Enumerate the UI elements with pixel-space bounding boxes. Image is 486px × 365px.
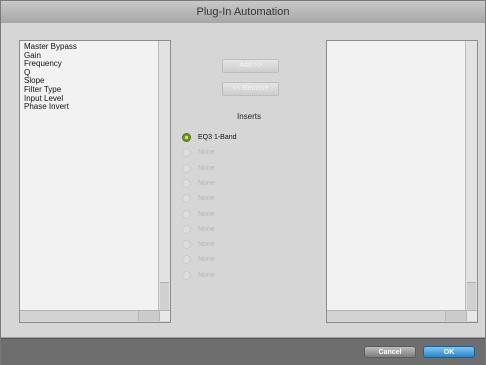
plugin-automation-dialog: Plug-In Automation Master Bypass Gain Fr… [0, 0, 486, 365]
insert-radio-label: None [198, 195, 215, 203]
insert-radio-label: None [198, 241, 215, 249]
radio-unselected-icon[interactable] [182, 209, 191, 219]
parameter-items: Master Bypass Gain Frequency Q Slope Fil… [24, 42, 77, 112]
list-item[interactable]: Frequency [24, 60, 77, 69]
radio-unselected-icon[interactable] [182, 224, 191, 234]
insert-radio-label: None [198, 179, 215, 187]
radio-unselected-icon[interactable] [182, 194, 191, 204]
automated-parameters-list[interactable] [326, 40, 478, 323]
insert-radio-label: None [198, 256, 215, 264]
cancel-button[interactable]: Cancel [364, 346, 416, 358]
radio-unselected-icon[interactable] [182, 255, 191, 265]
scroll-thumb[interactable] [160, 282, 169, 311]
insert-radio-label: None [198, 271, 215, 279]
insert-radio-label: None [198, 164, 215, 172]
left-vertical-scrollbar[interactable] [158, 41, 170, 311]
scroll-arrows[interactable] [138, 311, 159, 321]
resize-corner [466, 311, 477, 321]
remove-button[interactable]: << Remove [222, 82, 279, 96]
radio-selected-icon[interactable] [182, 133, 191, 142]
available-parameters-list[interactable]: Master Bypass Gain Frequency Q Slope Fil… [19, 40, 171, 323]
left-horizontal-scrollbar[interactable] [20, 310, 170, 322]
radio-unselected-icon[interactable] [182, 270, 191, 280]
radio-unselected-icon[interactable] [182, 240, 191, 250]
dialog-footer: Cancel OK [1, 338, 485, 365]
insert-radio-label: None [198, 149, 215, 157]
inserts-heading: Inserts [236, 112, 261, 121]
window-title: Plug-In Automation [1, 1, 485, 24]
insert-radio-label: None [198, 225, 215, 233]
ok-button[interactable]: OK [423, 346, 475, 358]
radio-unselected-icon[interactable] [182, 178, 191, 188]
insert-radio-label: None [198, 210, 215, 218]
scroll-arrows[interactable] [445, 311, 466, 321]
radio-unselected-icon[interactable] [182, 148, 191, 158]
list-item[interactable]: Phase Invert [24, 103, 77, 112]
resize-corner [159, 311, 170, 321]
right-vertical-scrollbar[interactable] [465, 41, 477, 311]
radio-unselected-icon[interactable] [182, 163, 191, 173]
scroll-thumb[interactable] [467, 282, 476, 311]
dialog-content: Master Bypass Gain Frequency Q Slope Fil… [1, 23, 485, 338]
insert-radio-label: EQ3 1-Band [198, 134, 237, 141]
add-button[interactable]: Add >> [222, 59, 279, 73]
right-horizontal-scrollbar[interactable] [327, 310, 477, 322]
